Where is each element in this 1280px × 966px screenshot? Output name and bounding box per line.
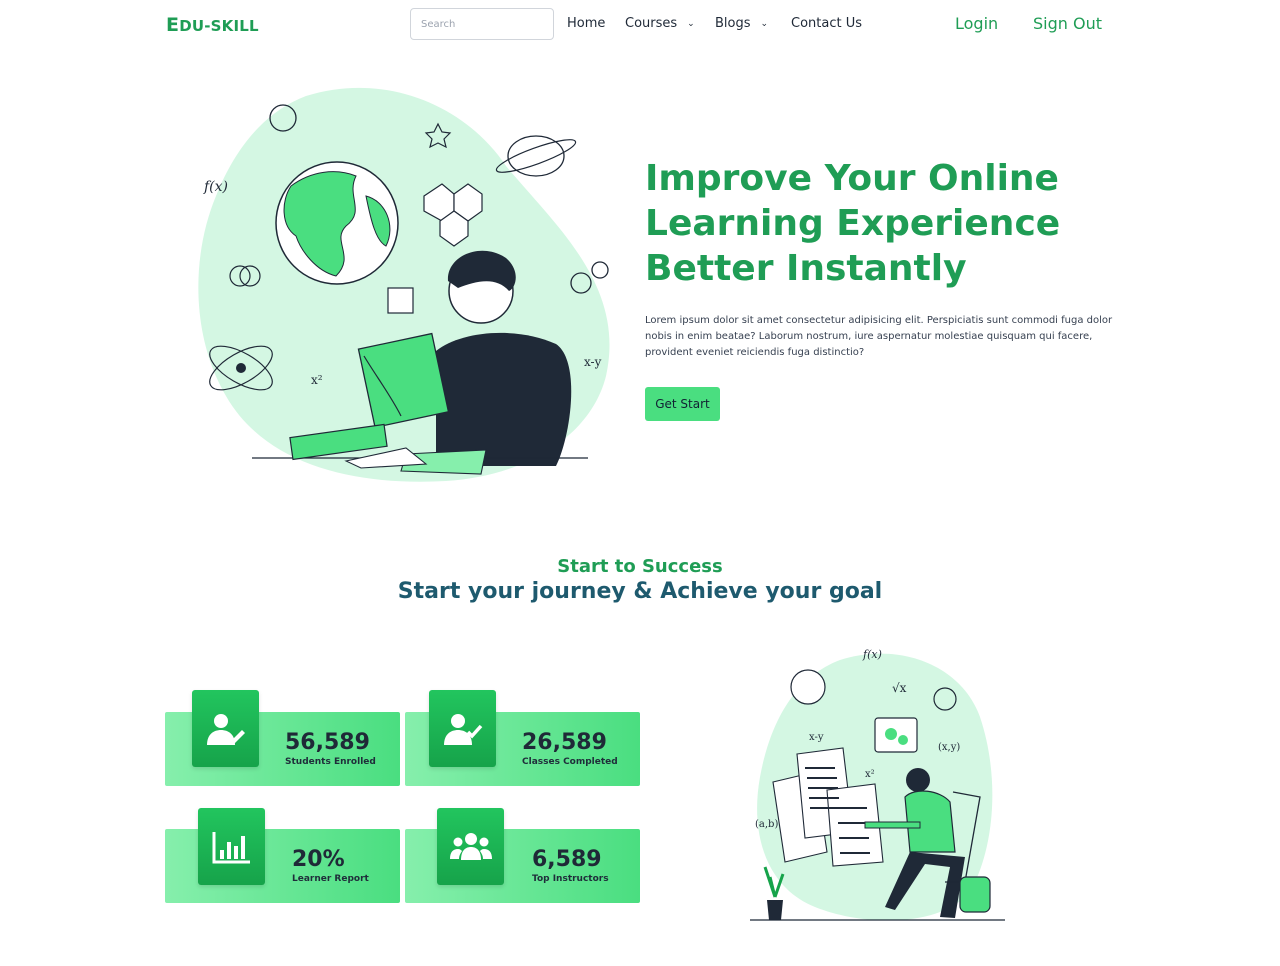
hero-title-line: Better Instantly: [645, 248, 967, 289]
nav-home[interactable]: Home: [567, 16, 605, 31]
bar-chart-icon: [198, 808, 265, 885]
study-illustration: f(x) √x x-y x² (x,y) (a,b): [750, 648, 1005, 921]
hero-title-line: Improve Your Online: [645, 158, 1059, 199]
stat-label: Learner Report: [292, 874, 369, 884]
svg-text:(a,b): (a,b): [755, 819, 778, 830]
svg-text:x²: x²: [865, 769, 875, 780]
stat-label: Classes Completed: [522, 757, 618, 767]
svg-text:x-y: x-y: [584, 355, 602, 369]
search-input[interactable]: [410, 8, 554, 40]
stat-value: 56,589: [285, 730, 370, 755]
stat-value: 6,589: [532, 847, 602, 872]
svg-text:x-y: x-y: [809, 732, 824, 743]
stat-label: Top Instructors: [532, 874, 609, 884]
nav-blogs[interactable]: Blogs ⌄: [715, 16, 768, 31]
student-check-icon: [429, 690, 496, 767]
stat-label: Students Enrolled: [285, 757, 376, 767]
logo[interactable]: EDU-SKILL: [166, 14, 259, 36]
get-start-button[interactable]: Get Start: [645, 387, 720, 421]
stat-value: 20%: [292, 847, 345, 872]
login-link[interactable]: Login: [955, 14, 998, 33]
svg-text:(x,y): (x,y): [938, 742, 960, 753]
logo-initial: E: [166, 14, 180, 36]
student-edit-icon: [192, 690, 259, 767]
hero-description: Lorem ipsum dolor sit amet consectetur a…: [645, 315, 1113, 358]
section-subtitle: Start to Success: [557, 556, 723, 577]
nav-contact[interactable]: Contact Us: [791, 16, 862, 31]
stat-value: 26,589: [522, 730, 607, 755]
svg-text:√x: √x: [892, 681, 907, 695]
svg-text:f(x): f(x): [203, 179, 228, 195]
nav-courses[interactable]: Courses ⌄: [625, 16, 695, 31]
hero-title-line: Learning Experience: [645, 203, 1061, 244]
nav-courses-label: Courses: [625, 16, 678, 31]
section-title: Start your journey & Achieve your goal: [397, 579, 883, 604]
hero-title: Improve Your Online Learning Experience …: [645, 156, 1125, 291]
logo-text: DU-SKILL: [179, 17, 259, 35]
chevron-down-icon: ⌄: [760, 19, 769, 29]
hero-illustration: f(x) x² x-y: [198, 87, 610, 482]
svg-text:x²: x²: [311, 373, 323, 387]
chevron-down-icon: ⌄: [687, 19, 695, 29]
svg-text:f(x): f(x): [862, 648, 882, 661]
users-group-icon: [437, 808, 504, 885]
nav-blogs-label: Blogs: [715, 16, 751, 31]
signout-link[interactable]: Sign Out: [1033, 14, 1102, 33]
navbar: EDU-SKILL Home Courses ⌄ Blogs ⌄ Contact U…: [0, 0, 1280, 50]
